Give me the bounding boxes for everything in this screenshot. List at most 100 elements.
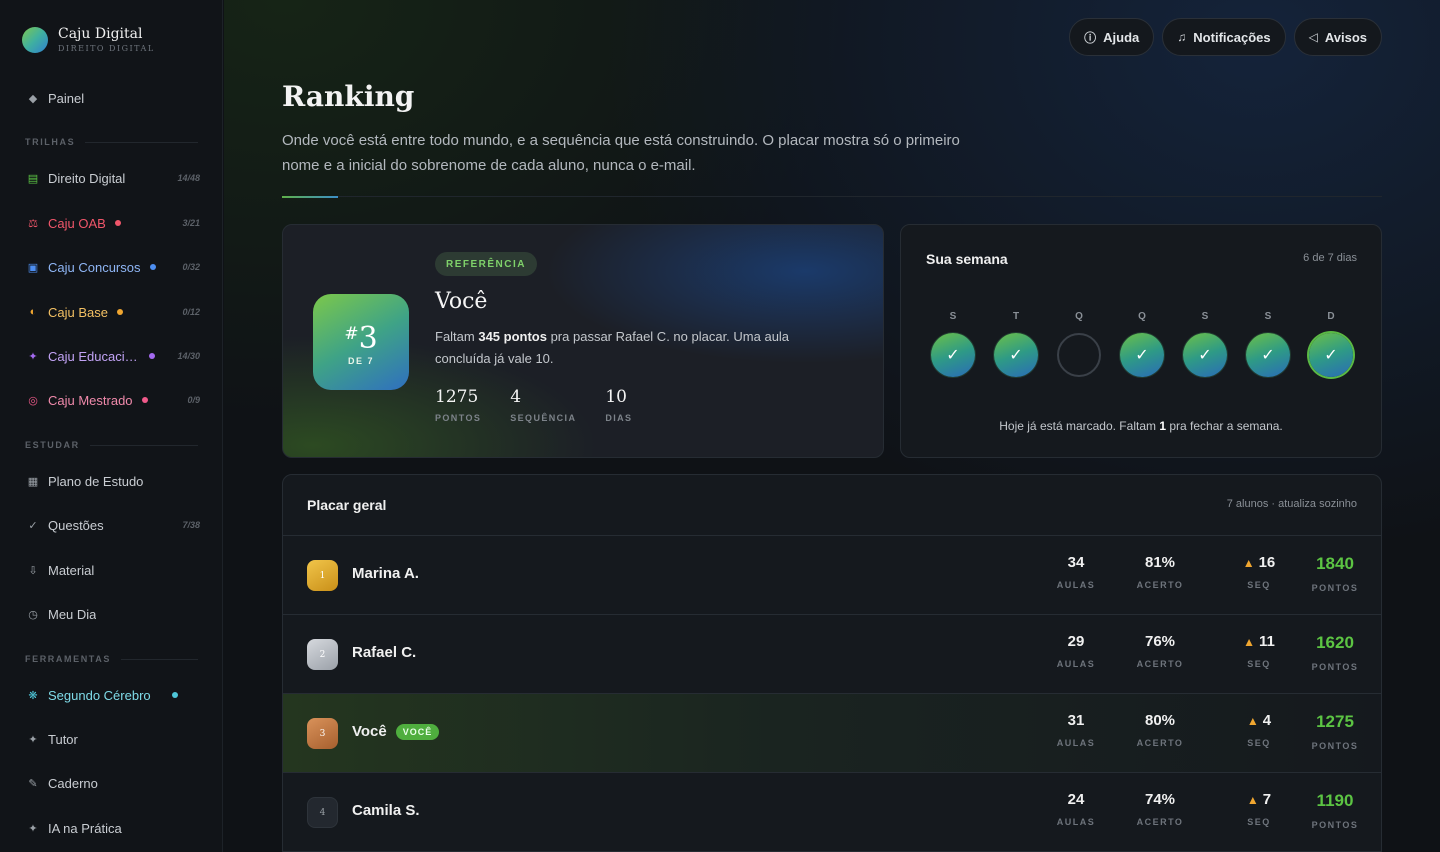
sidebar-item-meu-dia[interactable]: ◷ Meu Dia: [26, 604, 206, 624]
streak-up-icon: ▲: [1246, 714, 1259, 728]
announcements-button[interactable]: ◁ Avisos: [1293, 18, 1382, 56]
page-description: Onde você está entre todo mundo, e a seq…: [282, 132, 960, 174]
download-icon: ⇩: [28, 564, 38, 577]
sidebar-item-plano-de-estudo[interactable]: ▦ Plano de Estudo: [26, 471, 206, 491]
day-check-icon: ✓: [994, 333, 1038, 377]
leaderboard: Placar geral 7 alunos · atualiza sozinho…: [282, 474, 1382, 852]
lessons-cell: 31 AULAS: [1056, 712, 1096, 748]
sidebar-item-label: Caderno: [48, 775, 98, 791]
player-name: Marina A.: [352, 565, 419, 582]
reference-tag: REFERÊNCIA: [435, 252, 538, 276]
accuracy-cell: 76% ACERTO: [1136, 633, 1184, 669]
sidebar-item-label: Questões: [48, 517, 104, 533]
progress-count: 0/12: [182, 307, 200, 317]
megaphone-icon: ◁: [1308, 30, 1318, 44]
week-day: D ✓: [1309, 311, 1353, 377]
brand-subtitle: DIREITO DIGITAL: [58, 44, 155, 53]
check-icon: ✓: [28, 519, 38, 532]
rank-badge: #3 DE 7: [313, 294, 409, 390]
player-name: Rafael C.: [352, 644, 417, 661]
week-days: S ✓ T ✓ Q Q ✓ S ✓ S ✓ D ✓: [931, 311, 1353, 377]
section-label-ferramentas: FERRAMENTAS: [25, 654, 198, 664]
rank-of: DE 7: [347, 355, 374, 366]
week-day: S ✓: [931, 311, 975, 377]
sidebar-item-caju-concursos[interactable]: ▣ Caju Concursos 0/32: [26, 257, 206, 277]
rank-medal: 2: [307, 639, 338, 670]
brand-logo: [22, 27, 48, 53]
sidebar-item-caju-base[interactable]: ◐ Caju Base 0/12: [26, 302, 206, 322]
brand-name: Caju Digital: [58, 26, 143, 42]
day-check-icon: ✓: [931, 333, 975, 377]
streak-cell: ▲ 16 SEQ: [1242, 554, 1276, 590]
sidebar-item-direito-digital[interactable]: ▤ Direito Digital 14/48: [26, 168, 206, 188]
progress-count: 14/30: [177, 351, 200, 361]
sidebar-item-caderno[interactable]: ✎ Caderno: [26, 773, 206, 793]
leaderboard-meta: 7 alunos · atualiza sozinho: [1226, 498, 1357, 510]
target-icon: ◎: [28, 394, 38, 407]
hero-stats: 1275 PONTOS 4 SEQUÊNCIA 10 DIAS: [435, 387, 632, 423]
week-footer: Hoje já está marcado. Faltam 1 pra fecha…: [999, 419, 1283, 433]
week-day: S ✓: [1246, 311, 1290, 377]
sidebar-item-ia-na-pratica[interactable]: ✦ IA na Prática: [26, 818, 206, 838]
table-row[interactable]: 2 Rafael C. 29 AULAS 76% ACERTO ▲ 11 SEQ 1620 PONT…: [283, 615, 1381, 694]
day-letter: D: [1327, 311, 1335, 322]
table-row[interactable]: 1 Marina A. 34 AULAS 81% ACERTO ▲ 16 SEQ 1840 PONT…: [283, 536, 1381, 615]
star-icon: ✦: [28, 733, 38, 746]
notifications-button[interactable]: ♫ Notificações: [1162, 18, 1286, 56]
sidebar-item-label: Caju Base: [48, 304, 108, 320]
streak-cell: ▲ 4 SEQ: [1246, 712, 1272, 748]
sidebar: Caju Digital DIREITO DIGITAL ◆ Painel TR…: [0, 0, 223, 852]
sidebar-item-label: Caju Educacional: [48, 348, 140, 364]
week-day: T ✓: [994, 311, 1038, 377]
points-cell: 1275 PONTOS: [1311, 712, 1359, 751]
brand[interactable]: Caju Digital DIREITO DIGITAL: [22, 27, 155, 53]
sidebar-item-caju-oab[interactable]: ⚖ Caju OAB 3/21: [26, 213, 206, 233]
notifications-label: Notificações: [1193, 29, 1271, 45]
table-row[interactable]: 4 Camila S. 24 AULAS 74% ACERTO ▲ 7 SEQ 1190 PONTO…: [283, 773, 1381, 852]
day-letter: S: [949, 311, 957, 322]
divider-accent: [282, 196, 338, 198]
sidebar-item-caju-mestrado[interactable]: ◎ Caju Mestrado 0/9: [26, 390, 206, 410]
sidebar-item-caju-educacional[interactable]: ✦ Caju Educacional 14/30: [26, 346, 206, 366]
accuracy-cell: 81% ACERTO: [1136, 554, 1184, 590]
pencil-icon: ✎: [28, 777, 38, 790]
leaderboard-title: Placar geral: [307, 497, 387, 513]
section-label-trilhas: TRILHAS: [25, 137, 198, 147]
sidebar-item-label: Tutor: [48, 731, 78, 747]
stat-days: 10 DIAS: [605, 387, 633, 423]
day-check-icon: ✓: [1246, 333, 1290, 377]
sidebar-item-label: Caju OAB: [48, 215, 106, 231]
day-letter: S: [1201, 311, 1209, 322]
sidebar-item-questoes[interactable]: ✓ Questões 7/38: [26, 515, 206, 535]
sidebar-item-label: Segundo Cérebro: [48, 687, 151, 703]
hero-name: Você: [435, 289, 488, 314]
rank-number: 3: [358, 320, 378, 356]
announcements-label: Avisos: [1324, 29, 1367, 45]
lessons-cell: 34 AULAS: [1056, 554, 1096, 590]
leaderboard-header: Placar geral 7 alunos · atualiza sozinho: [283, 475, 1381, 536]
diamond-icon: ◆: [28, 92, 38, 105]
you-badge: VOCÊ: [395, 723, 440, 740]
table-row[interactable]: 3 Você VOCÊ 31 AULAS 80% ACERTO ▲ 4 SEQ 1275 PONTOS: [283, 694, 1381, 773]
accuracy-cell: 74% ACERTO: [1136, 791, 1184, 827]
grid-icon: ▦: [27, 475, 39, 488]
streak-up-icon: ▲: [1246, 793, 1259, 807]
sidebar-item-material[interactable]: ⇩ Material: [26, 560, 206, 580]
status-dot: [171, 692, 178, 698]
status-dot: [116, 309, 123, 315]
week-count: 6 de 7 dias: [1303, 252, 1357, 264]
help-button[interactable]: ⓘ Ajuda: [1069, 18, 1155, 56]
sidebar-item-label: Direito Digital: [48, 170, 126, 186]
sidebar-item-painel[interactable]: ◆ Painel: [26, 88, 206, 108]
streak-cell: ▲ 7 SEQ: [1246, 791, 1272, 827]
hero-message: Faltam 345 pontos pra passar Rafael C. n…: [435, 329, 790, 366]
sidebar-item-tutor[interactable]: ✦ Tutor: [26, 729, 206, 749]
sidebar-item-label: Plano de Estudo: [48, 473, 144, 489]
help-label: Ajuda: [1103, 29, 1140, 45]
points-cell: 1620 PONTOS: [1311, 633, 1359, 672]
day-letter: Q: [1138, 311, 1146, 322]
status-dot: [141, 397, 148, 403]
sidebar-item-segundo-cerebro[interactable]: ❋ Segundo Cérebro: [26, 685, 206, 705]
sidebar-item-label: Painel: [48, 90, 85, 106]
day-check-icon: ✓: [1120, 333, 1164, 377]
